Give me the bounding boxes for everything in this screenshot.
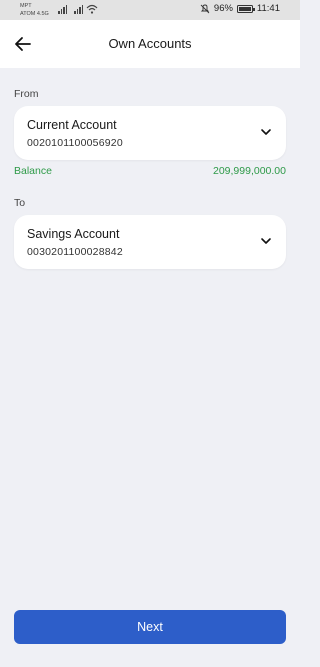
carrier-name: MPT bbox=[20, 3, 32, 9]
page-title: Own Accounts bbox=[108, 36, 192, 51]
balance-value: 209,999,000.00 bbox=[213, 165, 286, 177]
from-account-selector[interactable]: Current Account 0020101100056920 bbox=[14, 106, 286, 160]
app-header: Own Accounts bbox=[0, 20, 300, 68]
from-account-number: 0020101100056920 bbox=[27, 137, 123, 149]
from-label: From bbox=[14, 88, 39, 100]
battery-icon bbox=[236, 4, 255, 13]
next-button[interactable]: Next bbox=[14, 610, 286, 644]
balance-label: Balance bbox=[14, 165, 52, 177]
network-type: ATOM 4.5G bbox=[20, 11, 49, 17]
status-bar: MPT ATOM 4.5G 96% 11:41 bbox=[0, 0, 300, 20]
clock: 11:41 bbox=[256, 3, 280, 14]
signal-icon bbox=[74, 5, 83, 14]
signal-icon bbox=[58, 5, 67, 14]
to-account-selector[interactable]: Savings Account 0030201100028842 bbox=[14, 215, 286, 269]
from-account-name: Current Account bbox=[27, 118, 117, 132]
to-account-name: Savings Account bbox=[27, 227, 120, 241]
wifi-icon bbox=[86, 4, 98, 14]
battery-percent: 96% bbox=[213, 3, 233, 14]
balance-row: Balance 209,999,000.00 bbox=[14, 165, 286, 177]
to-account-number: 0030201100028842 bbox=[27, 246, 123, 258]
chevron-down-icon[interactable] bbox=[260, 237, 272, 246]
to-label: To bbox=[14, 197, 26, 209]
status-right: 96% 11:41 bbox=[200, 3, 280, 14]
mute-icon bbox=[200, 4, 210, 13]
chevron-down-icon[interactable] bbox=[260, 128, 272, 137]
carrier-label: MPT ATOM 4.5G bbox=[20, 2, 49, 18]
